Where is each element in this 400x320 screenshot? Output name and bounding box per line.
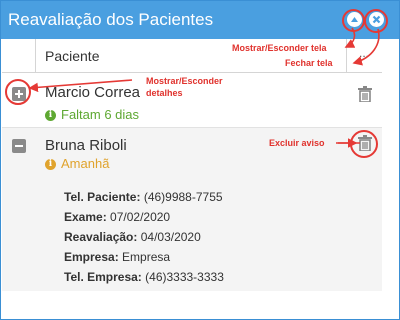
detail-exam-date: Exame: 07/02/2020 xyxy=(64,210,171,224)
detail-company: Empresa: Empresa xyxy=(64,250,171,264)
status-text: Amanhã xyxy=(61,156,110,171)
column-divider xyxy=(346,39,347,72)
annotation-ring xyxy=(5,79,31,105)
annotation-close-window: Fechar tela xyxy=(285,58,333,68)
window-title: Reavaliação dos Pacientes xyxy=(8,10,214,29)
detail-patient-phone: Tel. Paciente: (46)9988-7755 xyxy=(64,190,223,204)
column-divider xyxy=(35,39,36,72)
table-row: Bruna Riboli i Amanhã Tel. Paciente: (46… xyxy=(2,128,382,291)
trash-icon[interactable] xyxy=(358,86,372,102)
info-icon: i xyxy=(45,110,56,121)
info-icon: i xyxy=(45,159,56,170)
annotation-ring xyxy=(342,9,365,32)
title-bar: Reavaliação dos Pacientes xyxy=(1,1,399,39)
minus-icon xyxy=(15,145,23,147)
status-text: Faltam 6 dias xyxy=(61,107,140,122)
column-header-patient: Paciente xyxy=(45,48,100,64)
annotation-toggle-details: Mostrar/Esconder detalhes xyxy=(146,76,223,98)
detail-reevaluation-date: Reavaliação: 04/03/2020 xyxy=(64,230,201,244)
annotation-delete-notice: Excluir aviso xyxy=(269,138,325,148)
collapse-details-button[interactable] xyxy=(12,139,26,153)
reevaluation-window: Reavaliação dos Pacientes Paciente ... M… xyxy=(0,0,400,320)
detail-company-phone: Tel. Empresa: (46)3333-3333 xyxy=(64,270,224,284)
column-header-actions: ... xyxy=(359,46,370,60)
annotation-ring xyxy=(350,130,378,158)
annotation-toggle-window: Mostrar/Esconder tela xyxy=(232,43,327,53)
annotation-ring xyxy=(364,9,388,33)
empty-area xyxy=(2,291,382,319)
scroll-area xyxy=(382,39,399,319)
patient-name: Bruna Riboli xyxy=(45,137,127,154)
patient-name: Marcio Correa xyxy=(45,84,141,101)
